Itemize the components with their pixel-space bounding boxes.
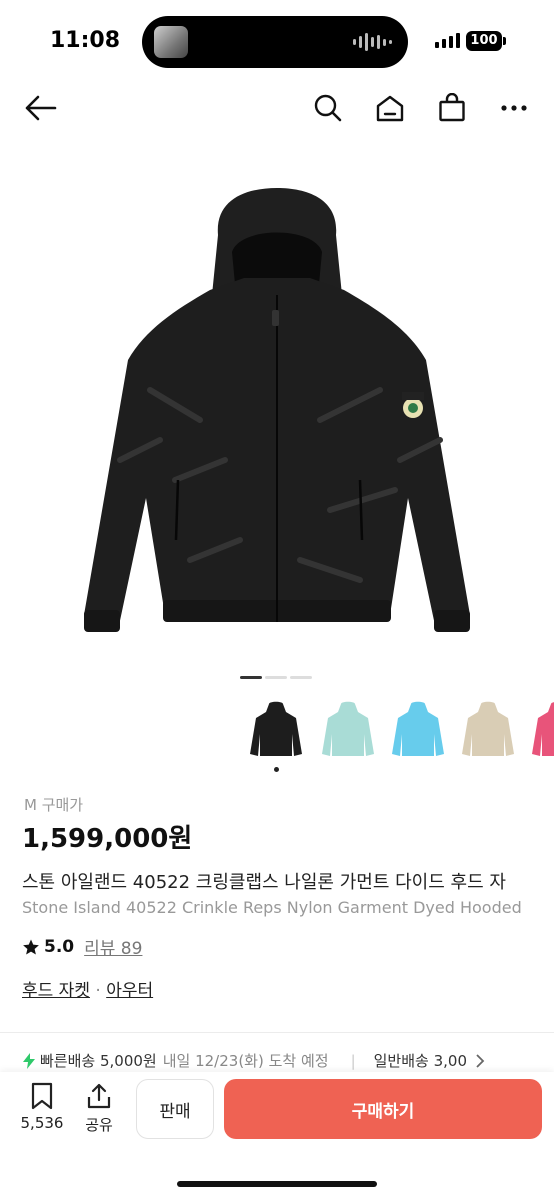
home-indicator xyxy=(177,1181,377,1187)
back-arrow-icon[interactable] xyxy=(20,88,60,128)
product-title-ko: 스톤 아일랜드 40522 크링클랩스 나일론 가먼트 다이드 후드 자 xyxy=(22,872,506,893)
dynamic-island xyxy=(142,16,408,68)
price: 1,599,000원 xyxy=(22,824,193,854)
fast-shipping-eta: 내일 12/23(화) 도착 예정 xyxy=(162,1052,329,1070)
bookmark-button[interactable]: 5,536 xyxy=(18,1082,66,1132)
audio-wave-icon xyxy=(353,32,392,52)
shopping-bag-icon[interactable] xyxy=(432,88,472,128)
color-thumb-beige[interactable] xyxy=(462,700,514,762)
status-time: 11:08 xyxy=(50,28,121,53)
battery-indicator: 100 xyxy=(466,31,502,51)
search-icon[interactable] xyxy=(308,88,348,128)
normal-shipping-label: 일반배송 3,00 xyxy=(373,1052,467,1070)
color-thumb-sky[interactable] xyxy=(392,700,444,762)
category-breadcrumb: 후드 자켓 · 아우터 xyxy=(22,976,153,1001)
divider xyxy=(0,1032,554,1033)
category-separator: · xyxy=(95,981,101,1001)
home-icon[interactable] xyxy=(370,88,410,128)
size-price-label: M 구매가 xyxy=(24,796,84,814)
sell-button[interactable]: 판매 xyxy=(136,1079,214,1139)
product-title-en: Stone Island 40522 Crinkle Reps Nylon Ga… xyxy=(22,898,522,917)
image-pager xyxy=(240,676,312,679)
share-button[interactable]: 공유 xyxy=(78,1082,120,1135)
bolt-icon xyxy=(23,1052,35,1069)
review-link[interactable]: 리뷰 89 xyxy=(84,934,142,959)
share-label: 공유 xyxy=(85,1116,113,1134)
bookmark-count: 5,536 xyxy=(20,1114,64,1132)
color-thumb-pink[interactable] xyxy=(532,700,554,762)
product-image[interactable] xyxy=(0,160,554,660)
fast-shipping-label: 빠른배송 5,000원 xyxy=(40,1052,157,1070)
more-icon[interactable] xyxy=(494,88,534,128)
battery-tip xyxy=(503,37,506,45)
buy-button[interactable]: 구매하기 xyxy=(224,1079,542,1139)
chevron-right-icon xyxy=(476,1053,485,1068)
selected-color-dot xyxy=(274,767,279,772)
share-icon xyxy=(87,1083,111,1109)
category-hood-jacket[interactable]: 후드 자켓 xyxy=(22,981,90,1001)
rating: 5.0 리뷰 89 xyxy=(22,934,142,959)
color-thumb-mint[interactable] xyxy=(322,700,374,762)
now-playing-thumbnail xyxy=(154,26,188,58)
color-thumb-black[interactable] xyxy=(250,700,302,762)
rating-score: 5.0 xyxy=(44,936,75,957)
shipping-info[interactable]: 빠른배송 5,000원 내일 12/23(화) 도착 예정 | 일반배송 3,0… xyxy=(22,1050,485,1071)
bookmark-icon xyxy=(31,1082,53,1110)
category-outer[interactable]: 아우터 xyxy=(106,981,153,1001)
star-icon xyxy=(23,939,39,954)
signal-icon xyxy=(435,33,460,48)
